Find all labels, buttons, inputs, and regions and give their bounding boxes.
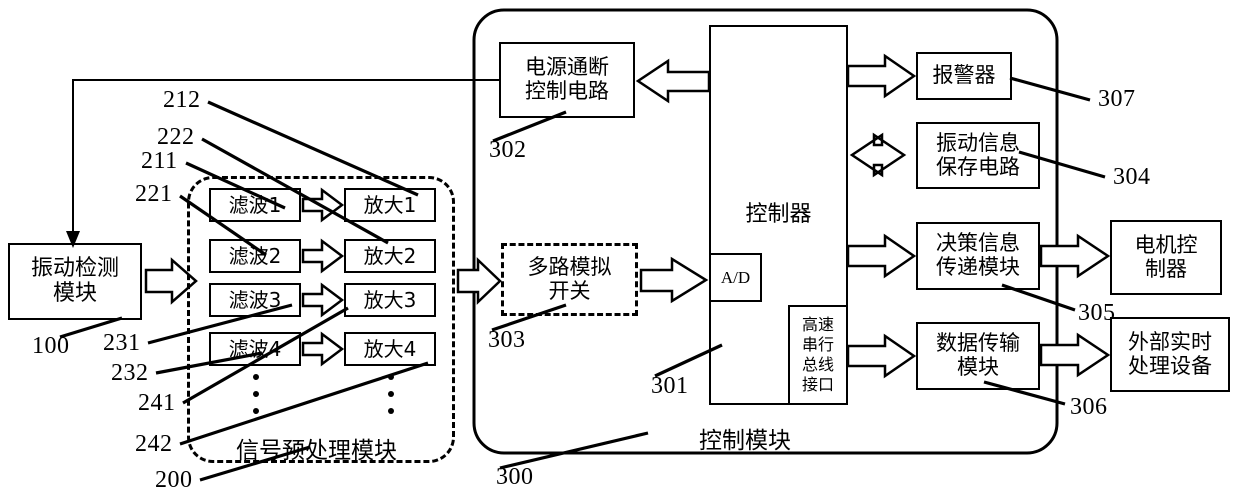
amplifier-box-3[interactable]: 放大3: [344, 283, 436, 317]
ref-305: 305: [1078, 300, 1116, 326]
motor-controller-box[interactable]: 电机控 制器: [1110, 220, 1222, 295]
ref-303: 303: [488, 327, 526, 353]
ref-222: 222: [157, 124, 195, 150]
amplifier-box-2[interactable]: 放大2: [344, 239, 436, 273]
signal-preprocessing-module-caption: 信号预处理模块: [236, 438, 397, 464]
adc-box[interactable]: A/D: [709, 253, 762, 302]
arrow-serialbus-to-datatrans: [846, 333, 917, 379]
ref-307: 307: [1098, 86, 1136, 112]
vibration-info-storage-circuit-box[interactable]: 振动信息 保存电路: [916, 122, 1040, 189]
ref-302: 302: [489, 137, 527, 163]
filter-box-1[interactable]: 滤波1: [209, 188, 301, 222]
ref-241: 241: [138, 390, 176, 416]
multiplexer-analog-switch-box[interactable]: 多路模拟 开关: [501, 243, 638, 316]
ref-301: 301: [651, 373, 689, 399]
amplifier-ellipsis-icon: [387, 374, 395, 414]
decision-info-transfer-module-box[interactable]: 决策信息 传递模块: [916, 222, 1040, 290]
arrow-controller-to-alarm: [846, 53, 917, 99]
arrow-preproc-to-mux: [456, 257, 502, 305]
ref-100: 100: [32, 333, 70, 359]
arrow-controller-vibstore-bidirectional: [849, 132, 907, 178]
ref-300: 300: [496, 464, 534, 490]
power-on-off-control-circuit-box[interactable]: 电源通断 控制电路: [499, 42, 635, 118]
arrow-mux-to-adc: [639, 256, 709, 304]
ref-306: 306: [1070, 394, 1108, 420]
filter-box-3[interactable]: 滤波3: [209, 283, 301, 317]
block-diagram-canvas: 振动检测 模块 滤波1 滤波2 滤波3 滤波4 放大1 放大2 放大3 放大4 …: [0, 0, 1239, 502]
data-transmission-module-box[interactable]: 数据传输 模块: [916, 322, 1040, 390]
ref-200: 200: [155, 467, 193, 493]
filter-box-4[interactable]: 滤波4: [209, 332, 301, 366]
high-speed-serial-bus-interface-box[interactable]: 高速 串行 总线 接口: [788, 305, 848, 405]
amplifier-box-4[interactable]: 放大4: [344, 332, 436, 366]
arrow-controller-to-decision: [846, 233, 917, 279]
ref-211: 211: [141, 148, 178, 174]
amplifier-box-1[interactable]: 放大1: [344, 188, 436, 222]
control-module-caption: 控制模块: [699, 428, 791, 454]
ref-221: 221: [135, 181, 173, 207]
arrow-controller-to-power: [635, 58, 711, 104]
ref-242: 242: [135, 431, 173, 457]
arrow-decision-to-motor: [1039, 233, 1111, 279]
filter-box-2[interactable]: 滤波2: [209, 239, 301, 273]
arrow-datatrans-to-external: [1039, 332, 1111, 378]
ref-304: 304: [1113, 164, 1151, 190]
vibration-detection-module-box[interactable]: 振动检测 模块: [8, 243, 142, 320]
ref-231: 231: [103, 330, 141, 356]
alarm-box[interactable]: 报警器: [916, 52, 1012, 100]
ref-212: 212: [163, 87, 201, 113]
filter-ellipsis-icon: [252, 374, 260, 414]
external-realtime-processing-device-box[interactable]: 外部实时 处理设备: [1110, 317, 1230, 392]
ref-232: 232: [111, 360, 149, 386]
